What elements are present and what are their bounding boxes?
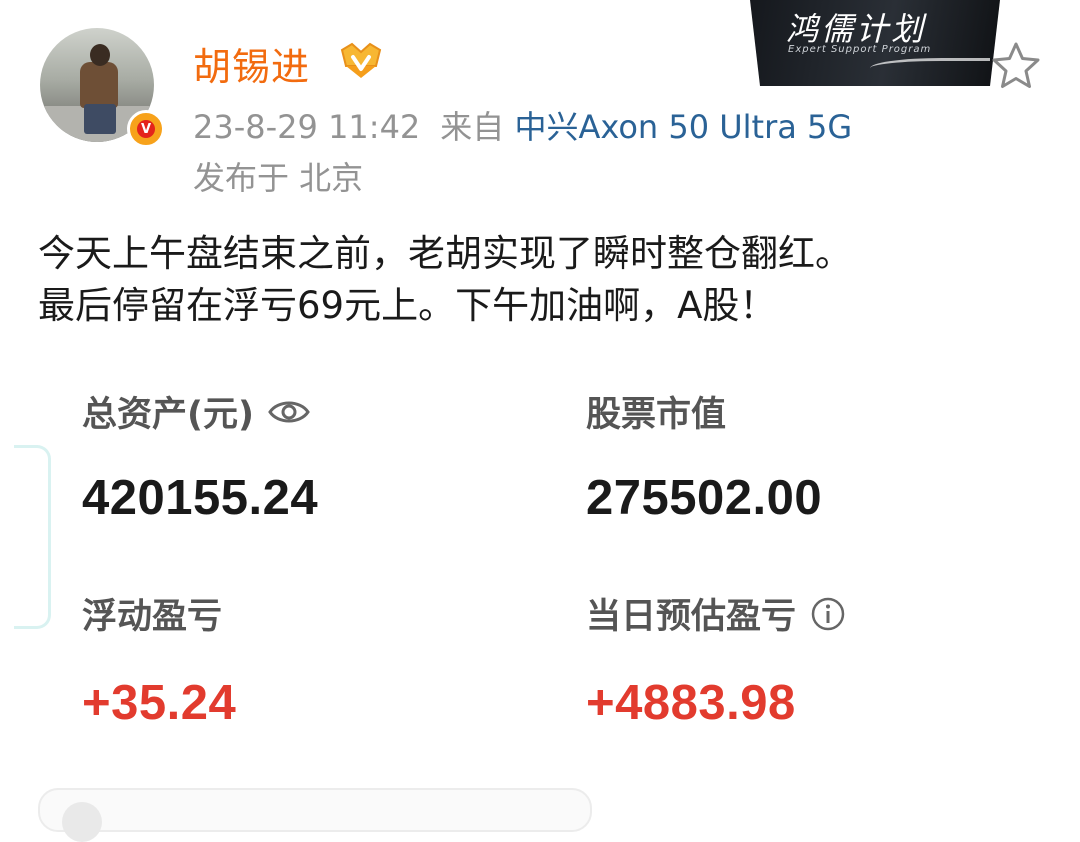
total-assets-label: 总资产(元) [82,386,310,437]
eye-icon[interactable] [268,397,310,427]
avatar-legs [84,104,116,134]
post-meta: 23-8-29 11:42 来自 中兴Axon 50 Ultra 5G [193,102,852,148]
post-text-line: 今天上午盘结束之前，老胡实现了瞬时整仓翻红。 [38,232,852,275]
verified-v-icon: V [127,110,165,148]
bottom-comment-bar[interactable] [38,788,592,842]
watermark-subtitle: Expert Support Program [788,44,932,55]
post-text-line: 最后停留在浮亏69元上。下午加油啊，A股！ [38,284,777,327]
info-icon[interactable] [810,596,846,632]
crown-icon[interactable] [338,40,384,80]
total-assets-label-text: 总资产(元) [82,395,254,435]
watermark-logo: 鸿儒计划 Expert Support Program [750,0,1000,86]
floating-pnl-label: 浮动盈亏 [82,597,223,637]
avatar-head [90,44,110,66]
daily-pnl-value: +4883.98 [586,676,796,730]
bottom-avatar-placeholder [62,802,102,842]
daily-pnl-label: 当日预估盈亏 [586,588,846,639]
stock-value-value: 275502.00 [586,471,823,525]
watermark-brush-stroke [870,58,990,75]
star-icon[interactable] [990,40,1042,90]
card-edge-decoration [14,445,51,629]
source-prefix: 来自 [440,108,505,146]
post-body: 今天上午盘结束之前，老胡实现了瞬时整仓翻红。 最后停留在浮亏69元上。下午加油啊… [38,228,1058,332]
post-timestamp: 23-8-29 11:42 [193,108,421,146]
author-name[interactable]: 胡锡进 [193,36,310,91]
total-assets-value: 420155.24 [82,471,319,525]
post-location: 发布于 北京 [193,159,364,197]
device-link[interactable]: 中兴Axon 50 Ultra 5G [514,108,852,146]
avatar-figure [80,62,118,108]
floating-pnl-value: +35.24 [82,676,237,730]
stock-value-label: 股票市值 [586,395,727,435]
daily-pnl-label-text: 当日预估盈亏 [586,597,797,637]
